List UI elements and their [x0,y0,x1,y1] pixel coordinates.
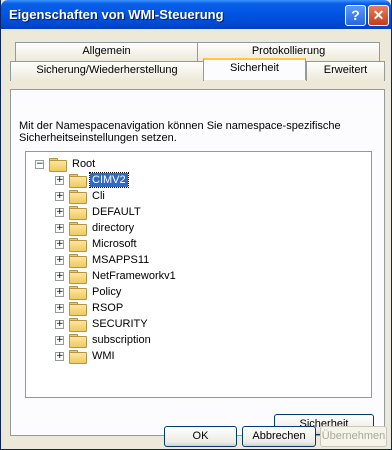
tree-node-cimv2[interactable]: + CIMV2 [55,172,129,188]
expand-icon[interactable]: + [55,271,64,281]
tree-node-label: Microsoft [92,238,137,250]
tree-node-label: subscription [92,334,151,346]
folder-icon [49,158,67,172]
question-mark-icon: ? [351,7,360,23]
folder-icon [69,302,87,316]
expand-icon[interactable]: + [55,351,64,361]
tree-node-wmi[interactable]: + WMI [55,348,117,364]
tree-node-security[interactable]: + SECURITY [55,316,150,332]
folder-icon [69,238,87,252]
window-title: Eigenschaften von WMI-Steuerung [9,7,224,22]
folder-icon [69,318,87,332]
folder-icon [69,334,87,348]
dialog-client-area: Allgemein Protokollierung Sicherung/Wied… [4,29,388,447]
tree-node-cli[interactable]: + Cli [55,188,107,204]
expand-icon[interactable]: + [55,287,64,297]
tree-node-label: directory [92,222,135,234]
expand-icon[interactable]: + [55,239,64,249]
close-icon: ✕ [372,7,385,23]
tab-allgemein[interactable]: Allgemein [15,42,198,62]
security-tab-panel: Mit der Namespacenavigation können Sie n… [10,89,385,436]
tree-node-policy[interactable]: + Policy [55,284,123,300]
tree-node-label: MSAPPS11 [92,254,150,266]
tree-node-msapps11[interactable]: + MSAPPS11 [55,252,151,268]
folder-icon [69,270,87,284]
tree-node-label: Root [72,158,96,170]
folder-icon [69,190,87,204]
tree-node-netframeworkv1[interactable]: + NetFrameworkv1 [55,268,178,284]
close-button[interactable]: ✕ [368,5,389,26]
tree-node-label: WMI [92,350,115,362]
properties-dialog: Eigenschaften von WMI-Steuerung ? ✕ Allg… [0,0,392,450]
apply-button[interactable]: Übernehmen [320,426,387,447]
expand-icon[interactable]: + [55,175,64,185]
folder-icon [69,286,87,300]
expand-icon[interactable]: + [55,319,64,329]
tree-node-microsoft[interactable]: + Microsoft [55,236,139,252]
tab-sicherheit[interactable]: Sicherheit [203,58,306,80]
tree-node-directory[interactable]: + directory [55,220,136,236]
cancel-button[interactable]: Abbrechen [242,426,316,447]
folder-icon [69,254,87,268]
folder-icon [69,174,87,188]
folder-icon [69,206,87,220]
tree-node-label: Cli [92,190,105,202]
tree-node-label: SECURITY [92,318,148,330]
expand-icon[interactable]: + [55,255,64,265]
tree-node-label: CIMV2 [89,172,129,188]
tree-node-rsop[interactable]: + RSOP [55,300,125,316]
expand-icon[interactable]: + [55,335,64,345]
folder-icon [69,350,87,364]
tree-node-label: NetFrameworkv1 [92,270,176,282]
expand-icon[interactable]: + [55,303,64,313]
folder-icon [69,222,87,236]
ok-button[interactable]: OK [164,426,237,447]
title-bar[interactable]: Eigenschaften von WMI-Steuerung ? ✕ [1,0,391,29]
expand-icon[interactable]: + [55,191,64,201]
expand-icon[interactable]: + [55,223,64,233]
tree-node-subscription[interactable]: + subscription [55,332,153,348]
expand-icon[interactable]: + [55,207,64,217]
description-text: Mit der Namespacenavigation können Sie n… [19,120,341,144]
tab-sicherung-wiederherstellung[interactable]: Sicherung/Wiederherstellung [10,61,204,81]
tree-node-default[interactable]: + DEFAULT [55,204,143,220]
collapse-icon[interactable]: − [35,159,44,169]
help-button[interactable]: ? [345,5,366,26]
tree-node-root[interactable]: − Root [35,156,97,172]
tree-node-label: Policy [92,286,122,298]
namespace-tree[interactable]: − Root + CIMV2 + Cli + DEFAULT + directo… [25,151,372,398]
tab-erweitert[interactable]: Erweitert [306,61,385,81]
tree-node-label: RSOP [92,302,124,314]
tree-node-label: DEFAULT [92,206,141,218]
